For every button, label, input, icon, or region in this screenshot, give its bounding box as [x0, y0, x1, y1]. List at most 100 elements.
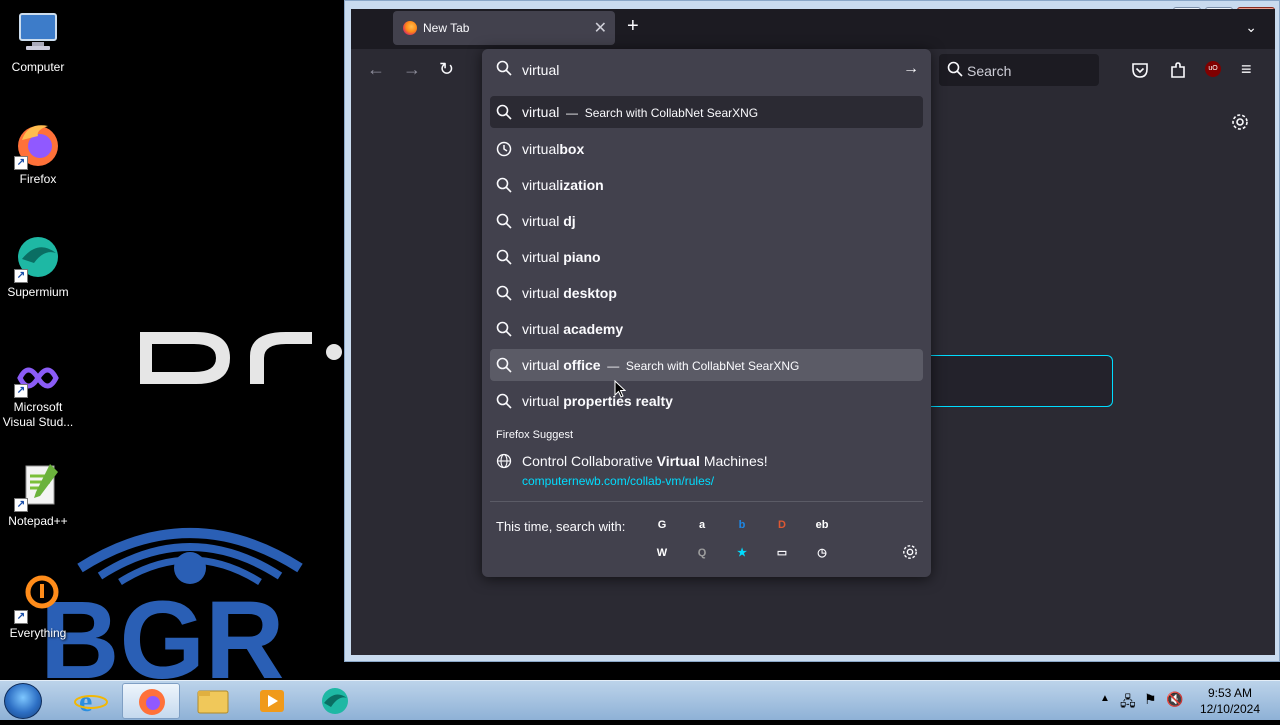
oneoff-label: This time, search with: [496, 519, 626, 534]
tab-close-icon[interactable]: ✕ [594, 18, 607, 38]
list-all-tabs-icon[interactable]: ⌄ [1245, 19, 1257, 36]
result-prefix: virtual [522, 213, 564, 229]
go-arrow-icon[interactable]: → [903, 60, 919, 78]
urlbar-result-row[interactable]: virtual piano [490, 241, 923, 273]
suggest-title-pre: Control Collaborative [522, 453, 657, 469]
desktop-icon-everything[interactable]: ↗ Everything [0, 574, 76, 641]
ublock-origin-icon[interactable]: uO [1205, 61, 1221, 77]
history-icon [496, 141, 512, 157]
search-placeholder: Search [967, 63, 1012, 79]
urlbar-result-row[interactable]: virtual desktop [490, 277, 923, 309]
mouse-cursor-icon [614, 380, 626, 398]
suggest-title-post: Machines! [699, 453, 768, 469]
urlbar-result-row[interactable]: virtualbox [490, 133, 923, 165]
shortcut-arrow-icon: ↗ [14, 156, 28, 170]
bookmarks-icon[interactable]: ★ [732, 543, 752, 563]
taskbar-internet-explorer[interactable]: e [62, 683, 120, 719]
show-hidden-icons-icon[interactable]: ▲ [1100, 693, 1110, 704]
suggest-title-bold: Virtual [656, 453, 700, 469]
urlbar-result-row[interactable]: virtual office — Search with CollabNet S… [490, 349, 923, 381]
visual-studio-icon: ↗ [14, 360, 62, 398]
firefox-suggest-result[interactable]: Control Collaborative Virtual Machines! … [490, 447, 923, 493]
system-tray: ▲ 🖧 ⚑ 🔇 9:53 AM 12/10/2024 [1090, 681, 1280, 721]
suggest-title: Control Collaborative Virtual Machines! [522, 453, 768, 469]
newtab-search-field[interactable] [931, 355, 1113, 407]
pocket-icon[interactable] [1131, 61, 1149, 79]
result-text: virtual piano [522, 249, 601, 265]
tab-new-tab[interactable]: New Tab ✕ [393, 11, 615, 45]
search-icon [496, 249, 512, 265]
google-icon[interactable]: G [652, 515, 672, 535]
result-text: virtual desktop [522, 285, 617, 301]
urlbar-dropdown: virtual → virtual — Search with CollabNe… [482, 49, 931, 577]
back-icon[interactable]: ← [367, 59, 385, 80]
search-icon [947, 61, 963, 77]
desktop-icon-notepadpp[interactable]: ↗ Notepad++ [0, 462, 76, 529]
taskbar-firefox[interactable] [122, 683, 180, 719]
extensions-icon[interactable] [1169, 61, 1187, 79]
result-prefix: virtual [522, 177, 560, 193]
result-text: virtual office — Search with CollabNet S… [522, 357, 799, 373]
tabs-icon[interactable]: ▭ [772, 543, 792, 563]
start-button[interactable] [4, 683, 42, 719]
hamburger-menu-icon[interactable]: ≡ [1241, 59, 1252, 80]
action-center-flag-icon[interactable]: ⚑ [1144, 691, 1157, 708]
volume-muted-icon[interactable]: 🔇 [1166, 691, 1183, 708]
svg-text:BGR: BGR [40, 579, 284, 680]
desktop-icon-computer[interactable]: Computer [0, 8, 76, 75]
urlbar-result-row[interactable]: virtual — Search with CollabNet SearXNG [490, 96, 923, 128]
result-separator: — [600, 359, 626, 373]
amazon-icon[interactable]: a [692, 515, 712, 535]
shortcut-arrow-icon: ↗ [14, 498, 28, 512]
result-text: virtualization [522, 177, 604, 193]
history-icon[interactable]: ◷ [812, 543, 832, 563]
url-input[interactable]: virtual → [482, 49, 931, 91]
result-bold: academy [563, 321, 624, 337]
bing-icon[interactable]: b [732, 515, 752, 535]
desktop-icon-label: Notepad++ [8, 514, 68, 528]
desktop-icon-label: Supermium [7, 285, 69, 299]
result-bold: desktop [563, 285, 617, 301]
wikipedia-icon[interactable]: W [652, 543, 672, 563]
urlbar-result-row[interactable]: virtual properties realty [490, 385, 923, 417]
result-prefix: virtual [522, 141, 560, 157]
divider [490, 501, 923, 502]
network-icon[interactable]: 🖧 [1120, 691, 1136, 715]
search-icon [496, 177, 512, 193]
search-icon [496, 213, 512, 229]
search-icon [496, 285, 512, 301]
tab-strip: New Tab ✕ + ⌄ [351, 9, 1275, 49]
wallpaper-dr-logo [140, 332, 342, 384]
duckduckgo-icon[interactable]: D [772, 515, 792, 535]
search-settings-gear-icon[interactable] [902, 544, 918, 560]
result-text: virtual properties realty [522, 393, 673, 409]
result-prefix: virtual [522, 393, 564, 409]
reload-icon[interactable]: ↻ [439, 59, 454, 80]
search-box[interactable]: Search [939, 54, 1099, 86]
forward-icon[interactable]: → [403, 59, 421, 80]
urlbar-result-row[interactable]: virtual academy [490, 313, 923, 345]
media-player-icon [260, 690, 284, 712]
urlbar-result-row[interactable]: virtual dj [490, 205, 923, 237]
result-prefix: virtual [522, 104, 560, 120]
result-bold: office [563, 357, 601, 373]
desktop-icon-label: Everything [9, 626, 67, 640]
new-tab-button[interactable]: + [627, 15, 639, 38]
result-action: Search with CollabNet SearXNG [584, 106, 759, 120]
urlbar-result-row[interactable]: virtualization [490, 169, 923, 201]
supermium-icon [322, 688, 348, 714]
taskbar-supermium[interactable] [306, 683, 364, 719]
url-input-value: virtual [522, 62, 560, 78]
notepadpp-icon: ↗ [14, 462, 62, 512]
result-text: virtualbox [522, 141, 584, 157]
desktop-icon-supermium[interactable]: ↗ Supermium [0, 233, 76, 300]
clock[interactable]: 9:53 AM 12/10/2024 [1200, 685, 1260, 717]
gear-icon[interactable] [1231, 113, 1249, 131]
taskbar-media-player[interactable] [244, 683, 302, 719]
firefox-icon: ↗ [14, 120, 62, 170]
desktop-icon-visual-studio[interactable]: ↗ Microsoft Visual Stud... [0, 360, 76, 430]
desktop-icon-firefox[interactable]: ↗ Firefox [0, 120, 76, 187]
taskbar-explorer[interactable] [184, 683, 242, 719]
ebay-icon[interactable]: eb [812, 515, 832, 535]
searxng-icon[interactable]: Q [692, 543, 712, 563]
